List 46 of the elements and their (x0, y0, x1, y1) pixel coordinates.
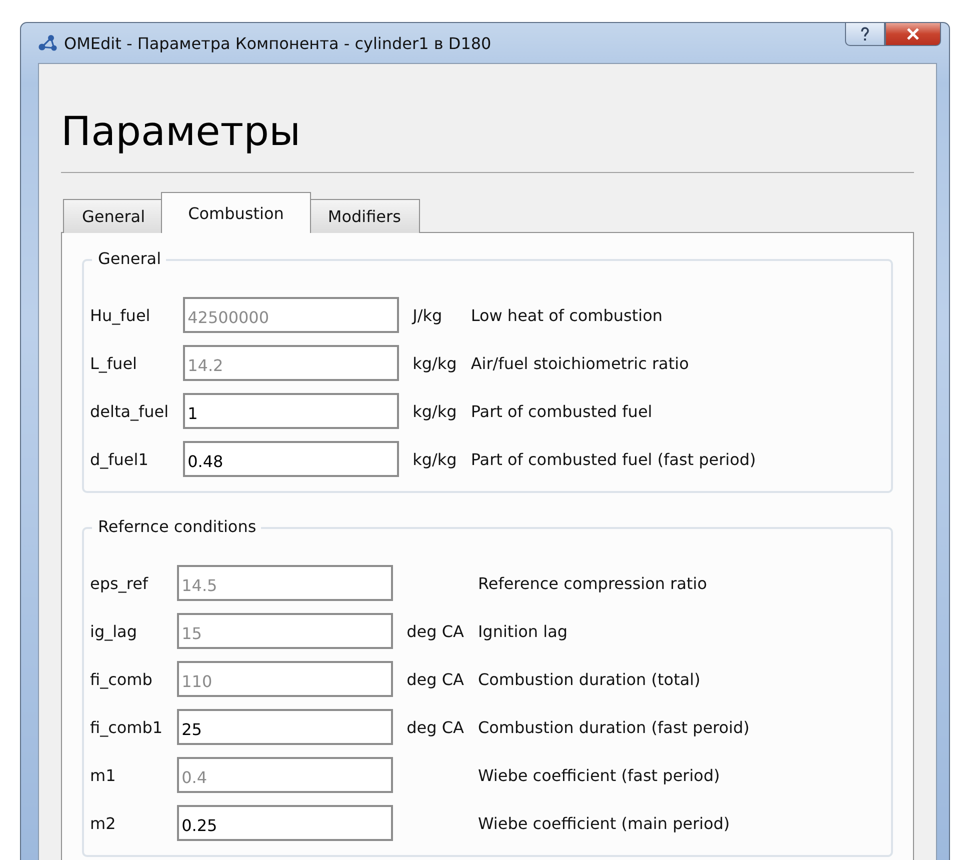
parameter-description: Part of combusted fuel (470, 402, 654, 420)
close-icon (906, 28, 920, 40)
parameter-label: m2 (90, 814, 117, 832)
parameter-label: eps_ref (90, 574, 150, 592)
close-button[interactable] (885, 22, 941, 46)
parameter-label: fi_comb1 (90, 718, 163, 736)
parameter-description: Combustion duration (total) (478, 670, 702, 688)
unit-label: deg CA (406, 622, 464, 640)
help-button[interactable] (845, 22, 885, 46)
input-field[interactable]: 25 (176, 709, 393, 745)
input-field[interactable]: 0.48 (182, 441, 399, 477)
parameter-label: d_fuel1 (90, 450, 150, 468)
page-heading: Параметры (61, 108, 301, 156)
parameter-description: Combustion duration (fast peroid) (478, 718, 751, 736)
parameter-label: Hu_fuel (90, 306, 152, 324)
help-icon (860, 26, 870, 42)
unit-label: deg CA (406, 670, 464, 688)
app-icon (38, 34, 58, 52)
input-field[interactable]: 1 (182, 393, 399, 429)
unit-label: kg/kg (412, 354, 457, 372)
parameter-description: Reference compression ratio (478, 574, 708, 592)
input-field[interactable]: 0.25 (176, 805, 393, 841)
tab[interactable]: Combustion (161, 192, 311, 233)
parameter-label: m1 (90, 766, 117, 784)
unit-label: deg CA (406, 718, 464, 736)
parameter-description: Low heat of combustion (470, 306, 664, 324)
parameter-description: Air/fuel stoichiometric ratio (470, 354, 690, 372)
input-field[interactable]: 110 (176, 661, 393, 697)
tab[interactable]: Modifiers (308, 199, 420, 233)
parameter-description: Ignition lag (478, 622, 569, 640)
window-title: OMEdit - Параметра Компонента - cylinder1 в D180 (64, 34, 492, 52)
parameter-description: Wiebe coefficient (fast period) (478, 766, 721, 784)
unit-label: kg/kg (412, 450, 457, 468)
parameter-description: Part of combusted fuel (fast period) (470, 450, 757, 468)
input-field[interactable]: 15 (176, 613, 393, 649)
parameter-label: fi_comb (90, 670, 154, 688)
parameter-label: delta_fuel (90, 402, 169, 420)
input-field[interactable]: 14.2 (182, 345, 399, 381)
parameter-label: ig_lag (90, 622, 138, 640)
unit-label: J/kg (412, 306, 444, 324)
parameter-label: L_fuel (90, 354, 138, 372)
input-field[interactable]: 0.4 (176, 757, 393, 793)
unit-label: kg/kg (412, 402, 457, 420)
input-field[interactable]: 14.5 (176, 565, 393, 601)
parameter-description: Wiebe coefficient (main period) (478, 814, 731, 832)
input-field[interactable]: 42500000 (182, 297, 399, 333)
